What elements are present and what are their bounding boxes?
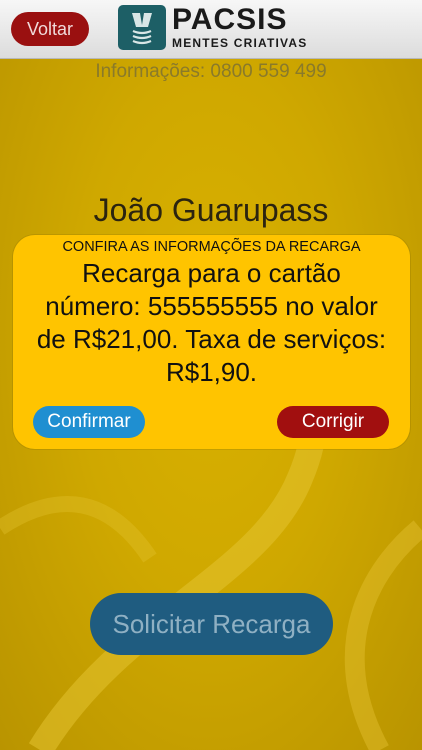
user-name: João Guarupass xyxy=(93,192,329,228)
logo-title: PACSIS xyxy=(172,3,288,36)
dialog-title: CONFIRA AS INFORMAÇÕES DA RECARGA xyxy=(62,239,361,255)
info-phone-text: Informações: 0800 559 499 xyxy=(95,61,327,82)
dialog-message: Recarga para o cartão número: 555555555 … xyxy=(36,258,387,387)
header-bar: Voltar PACSIS MENTES CRIATIVAS xyxy=(0,0,422,59)
back-button[interactable]: Voltar xyxy=(11,12,89,46)
logo-icon xyxy=(118,5,166,50)
fix-button[interactable]: Corrigir xyxy=(277,406,389,438)
confirm-dialog: CONFIRA AS INFORMAÇÕES DA RECARGA Recarg… xyxy=(13,235,410,449)
confirm-button[interactable]: Confirmar xyxy=(33,406,145,438)
logo-subtitle: MENTES CRIATIVAS xyxy=(172,36,308,50)
request-recharge-button[interactable]: Solicitar Recarga xyxy=(90,593,333,655)
